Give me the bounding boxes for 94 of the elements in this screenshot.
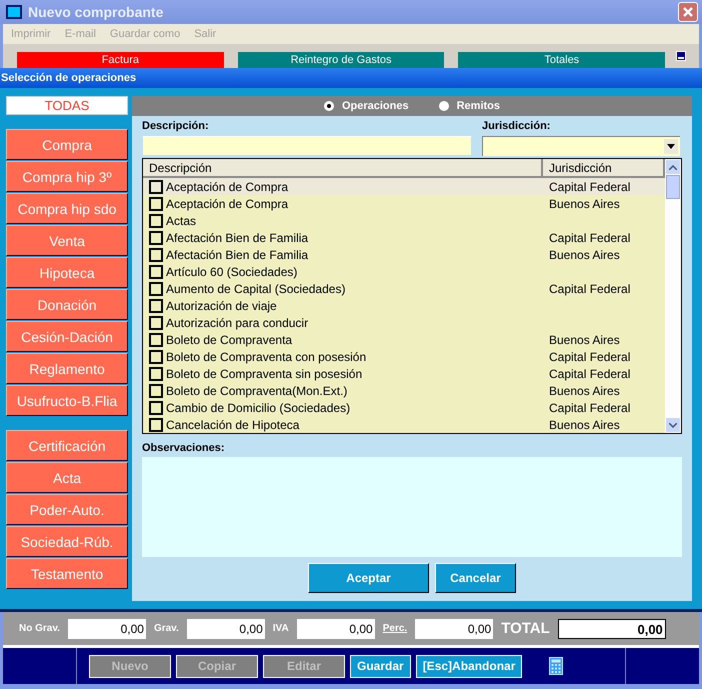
table-cell: Aceptación de Compra <box>166 180 288 194</box>
table-cell: Afectación Bien de Familia <box>166 248 308 262</box>
table-cell: Autorización para conducir <box>166 316 308 330</box>
table-cell: Actas <box>166 214 196 228</box>
table-cell: Cancelación de Hipoteca <box>166 418 300 432</box>
checkbox[interactable] <box>149 418 163 432</box>
checkbox[interactable] <box>149 400 163 414</box>
table-cell: Capital Federal <box>549 230 630 244</box>
checkbox[interactable] <box>149 350 163 364</box>
category-button[interactable]: Sociedad-Rúb. <box>6 526 128 557</box>
checkbox[interactable] <box>149 282 163 296</box>
checkbox[interactable] <box>149 264 163 278</box>
table-cell: Capital Federal <box>549 180 630 194</box>
close-icon <box>682 6 694 18</box>
category-button[interactable]: Acta <box>6 462 128 493</box>
table-cell: Aumento de Capital (Sociedades) <box>166 282 346 296</box>
table-cell: Autorización de viaje <box>166 298 277 312</box>
checkbox[interactable] <box>149 384 163 398</box>
minimize-icon <box>676 51 686 61</box>
tab[interactable]: Reintegro de Gastos <box>238 52 444 68</box>
checkbox[interactable] <box>149 248 163 262</box>
column-header[interactable]: Descripción <box>143 159 543 176</box>
checkbox[interactable] <box>149 332 163 346</box>
tab[interactable]: Factura <box>17 52 224 68</box>
amount-field[interactable]: 0,00 <box>296 618 375 638</box>
category-button[interactable]: Poder-Auto. <box>6 494 128 525</box>
table-cell: Capital Federal <box>549 282 630 296</box>
checkbox[interactable] <box>149 366 163 380</box>
jurisdiction-dropdown[interactable] <box>482 136 680 156</box>
category-button[interactable]: Compra <box>6 129 128 160</box>
checkbox[interactable] <box>149 298 163 312</box>
category-button[interactable]: Compra hip 3º <box>6 161 128 192</box>
observations-field[interactable] <box>142 457 682 557</box>
field-label: Jurisdicción: <box>482 120 552 132</box>
amount-field[interactable]: 0,00 <box>186 618 265 638</box>
category-button[interactable]: Venta <box>6 225 128 256</box>
category-button[interactable]: Certificación <box>6 430 128 461</box>
category-button[interactable]: Hipoteca <box>6 257 128 288</box>
category-button[interactable]: Compra hip sdo <box>6 193 128 224</box>
table-cell: Artículo 60 (Sociedades) <box>166 264 298 278</box>
radio-option[interactable]: Operaciones <box>324 100 409 112</box>
total-label: IVA <box>272 623 290 634</box>
checkbox[interactable] <box>149 214 163 228</box>
table-cell: Buenos Aires <box>549 384 620 398</box>
dialog-button[interactable]: Aceptar <box>308 563 429 593</box>
link[interactable]: Perc. <box>378 623 412 634</box>
table-cell: Capital Federal <box>549 400 630 414</box>
dropdown-arrow-icon <box>667 144 675 149</box>
tab[interactable]: Totales <box>458 52 666 68</box>
scroll-up-icon <box>669 164 677 170</box>
category-button[interactable]: Donación <box>6 289 128 320</box>
table-cell: Buenos Aires <box>549 248 620 262</box>
table-cell: Buenos Aires <box>549 332 620 346</box>
category-button[interactable]: Testamento <box>6 558 128 589</box>
total-label: TOTAL <box>500 620 551 637</box>
field-label: Observaciones: <box>142 442 226 454</box>
category-button[interactable]: Usufructo-B.Flia <box>6 385 128 416</box>
checkbox[interactable] <box>149 196 163 210</box>
scroll-down-icon <box>669 422 677 428</box>
table-cell: Boleto de Compraventa con posesión <box>166 350 366 364</box>
table-cell: Boleto de Compraventa sin posesión <box>166 366 362 380</box>
action-button[interactable]: Guardar <box>350 654 411 678</box>
total-label: Grav. <box>152 623 180 634</box>
category-button[interactable]: Reglamento <box>6 353 128 384</box>
radio-option[interactable]: Remitos <box>438 100 500 112</box>
table-cell: Boleto de Compraventa <box>166 332 292 346</box>
total-label: No Grav. <box>18 623 61 634</box>
amount-field[interactable]: 0,00 <box>68 618 146 638</box>
table-cell: Boleto de Compraventa(Mon.Ext.) <box>166 384 348 398</box>
amount-field[interactable]: 0,00 <box>415 618 494 638</box>
dialog-title: Selección de operaciones <box>0 68 702 88</box>
scrollbar[interactable] <box>665 159 681 433</box>
table-cell: Buenos Aires <box>549 418 620 432</box>
table-cell: Cambio de Domicilio (Sociedades) <box>166 400 350 414</box>
calculator-icon[interactable] <box>549 657 564 675</box>
table-cell: Capital Federal <box>549 350 630 364</box>
close-button[interactable] <box>678 2 698 22</box>
table-cell: Aceptación de Compra <box>166 196 288 210</box>
all-button[interactable]: TODAS <box>6 96 128 115</box>
description-field[interactable] <box>142 136 472 156</box>
total-field[interactable]: 0,00 <box>558 618 666 638</box>
scroll-thumb[interactable] <box>666 175 680 199</box>
table-cell: Capital Federal <box>549 366 630 380</box>
dialog-button[interactable]: Cancelar <box>435 563 516 593</box>
action-button[interactable]: [Esc]Abandonar <box>416 654 522 678</box>
window-icon <box>6 5 22 19</box>
checkbox[interactable] <box>149 316 163 330</box>
table-cell: Buenos Aires <box>549 196 620 210</box>
window-title: Nuevo comprobante <box>28 4 164 20</box>
checkbox[interactable] <box>149 230 163 244</box>
table-cell: Afectación Bien de Familia <box>166 230 308 244</box>
checkbox[interactable] <box>149 180 163 194</box>
category-button[interactable]: Cesión-Dación <box>6 321 128 352</box>
field-label: Descripción: <box>142 120 210 132</box>
